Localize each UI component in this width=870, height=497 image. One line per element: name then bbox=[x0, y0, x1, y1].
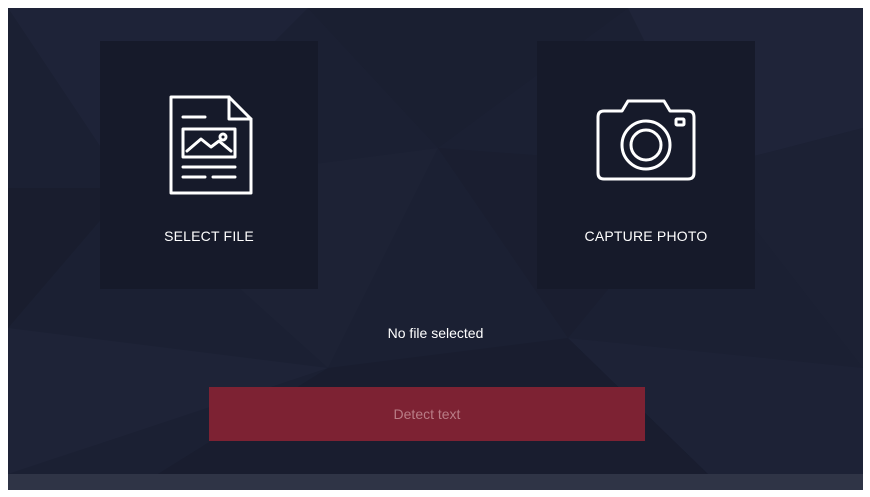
select-file-button[interactable]: SELECT FILE bbox=[100, 41, 318, 289]
capture-photo-label: CAPTURE PHOTO bbox=[584, 228, 708, 244]
bottom-bar bbox=[8, 474, 863, 490]
select-file-label: SELECT FILE bbox=[164, 228, 254, 244]
capture-photo-button[interactable]: CAPTURE PHOTO bbox=[537, 41, 755, 289]
detect-text-button[interactable]: Detect text bbox=[209, 387, 645, 441]
camera-icon bbox=[590, 89, 702, 190]
file-status-text: No file selected bbox=[387, 325, 484, 341]
document-image-icon bbox=[161, 89, 257, 206]
app-window: SELECT FILE CAPTURE PHOTO No file select… bbox=[8, 8, 863, 490]
